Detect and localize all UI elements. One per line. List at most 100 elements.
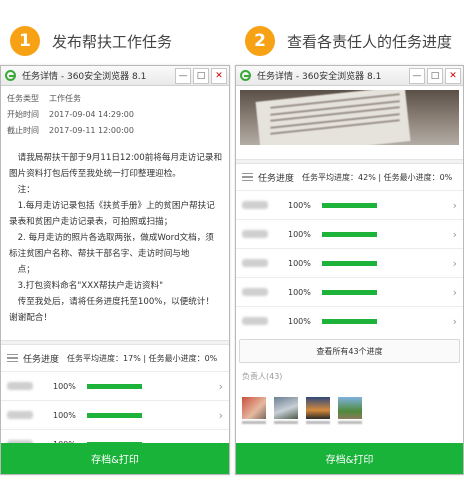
step-1-heading: 1 发布帮扶工作任务 (10, 26, 172, 56)
list-icon (7, 354, 18, 362)
responsible-avatars (236, 390, 463, 430)
progress-bar (322, 289, 377, 295)
progress-bar-fill (322, 289, 377, 295)
browser-logo-icon (240, 70, 251, 81)
browser-logo-icon (5, 70, 16, 81)
archive-print-button[interactable]: 存档&打印 (1, 443, 229, 474)
minimize-button[interactable]: — (409, 67, 425, 84)
maximize-button[interactable]: □ (427, 67, 443, 84)
description-line: 请我局帮扶干部于9月11日12:00前将每月走访记录和 (9, 153, 223, 163)
progress-summary: 任务平均进度：17% | 任务最小进度：0% (67, 353, 218, 363)
info-value: 2017-09-04 14:29:00 (49, 109, 134, 119)
progress-bar-fill (87, 383, 142, 389)
chevron-right-icon[interactable]: › (219, 380, 223, 393)
progress-header: 任务进度 任务平均进度：42% | 任务最小进度：0% (236, 164, 463, 190)
description-line: 3.打包资料命名"XXX帮扶户走访资料" (9, 281, 164, 291)
progress-percent: 100% (53, 381, 76, 391)
progress-bar (322, 318, 377, 324)
chevron-right-icon[interactable]: › (453, 315, 457, 328)
info-value: 2017-09-11 12:00:00 (49, 125, 134, 135)
description-line: 谢谢配合！ (9, 313, 52, 323)
progress-bar-fill (322, 202, 377, 208)
progress-bar-fill (322, 231, 377, 237)
avatar[interactable] (338, 397, 362, 424)
assignee-name-blurred (242, 201, 268, 209)
progress-summary: 任务平均进度：42% | 任务最小进度：0% (302, 172, 453, 182)
progress-bar (322, 231, 377, 237)
info-row-type: 任务类型 工作任务 (1, 90, 229, 106)
progress-row[interactable]: 100% › (236, 190, 463, 219)
chevron-right-icon[interactable]: › (453, 199, 457, 212)
task-detail-window-left: 任务详情 - 360安全浏览器 8.1 — □ ✕ 任务类型 工作任务 开始时间… (0, 65, 230, 475)
window-titlebar: 任务详情 - 360安全浏览器 8.1 — □ ✕ (236, 66, 463, 86)
description-line: 2. 每月走访的照片各选取两张，做成Word文档，须 (9, 233, 214, 243)
progress-row[interactable]: 100% › (236, 277, 463, 306)
progress-row[interactable]: 100% › (1, 371, 229, 400)
info-key: 截止时间 (7, 125, 39, 135)
chevron-right-icon[interactable]: › (453, 228, 457, 241)
description-line: 录表和贫困户走访记录表，可拍照或扫描； (9, 217, 173, 227)
step-title: 发布帮扶工作任务 (52, 32, 173, 51)
progress-percent: 100% (288, 258, 311, 268)
avatar[interactable] (274, 397, 298, 424)
view-all-progress-button[interactable]: 查看所有43个进度 (239, 339, 460, 363)
chevron-right-icon[interactable]: › (219, 409, 223, 422)
progress-title: 任务进度 (23, 354, 60, 365)
task-detail-window-right: 任务详情 - 360安全浏览器 8.1 — □ ✕ 任务进度 任务平均进度：42… (235, 65, 464, 475)
assignee-name-blurred (242, 230, 268, 238)
description-line: 注： (9, 185, 35, 195)
photo-document-lines (270, 93, 400, 135)
archive-print-button[interactable]: 存档&打印 (236, 443, 463, 474)
assignee-name-blurred (7, 411, 33, 419)
close-button[interactable]: ✕ (211, 67, 227, 84)
maximize-button[interactable]: □ (193, 67, 209, 84)
window-titlebar: 任务详情 - 360安全浏览器 8.1 — □ ✕ (1, 66, 229, 86)
info-key: 开始时间 (7, 109, 39, 119)
description-line: 图片资料打包后传至我处统一打印整理迎检。 (9, 169, 181, 179)
avatar[interactable] (306, 397, 330, 424)
attachment-photo[interactable] (240, 90, 459, 145)
step-2-heading: 2 查看各责任人的任务进度 (245, 26, 452, 56)
chevron-right-icon[interactable]: › (453, 286, 457, 299)
progress-bar (87, 412, 142, 418)
step-number-badge: 1 (10, 26, 40, 56)
window-title: 任务详情 - 360安全浏览器 8.1 (257, 72, 382, 82)
progress-bar-fill (322, 318, 377, 324)
assignee-name-blurred (242, 259, 268, 267)
window-title: 任务详情 - 360安全浏览器 8.1 (22, 72, 147, 82)
step-title: 查看各责任人的任务进度 (287, 32, 453, 51)
close-button[interactable]: ✕ (445, 67, 461, 84)
progress-bar (322, 260, 377, 266)
task-description: 请我局帮扶干部于9月11日12:00前将每月走访记录和 图片资料打包后传至我处统… (1, 138, 229, 326)
chevron-right-icon[interactable]: › (453, 257, 457, 270)
info-row-start: 开始时间 2017-09-04 14:29:00 (1, 106, 229, 122)
assignee-name-blurred (242, 317, 268, 325)
progress-bar (322, 202, 377, 208)
progress-bar-fill (322, 260, 377, 266)
progress-title: 任务进度 (258, 173, 295, 184)
step-number-badge: 2 (245, 26, 275, 56)
info-value: 工作任务 (49, 93, 81, 103)
progress-bar (87, 383, 142, 389)
task-info: 任务类型 工作任务 开始时间 2017-09-04 14:29:00 截止时间 … (1, 86, 229, 138)
progress-row[interactable]: 100% › (236, 248, 463, 277)
list-icon (242, 173, 253, 181)
description-line: 传至我处后，请将任务进度托至100%，以便统计！ (9, 297, 215, 307)
description-line: 1.每月走访记录包括《扶贫手册》上的贫困户帮扶记 (9, 201, 215, 211)
progress-row[interactable]: 100% › (236, 306, 463, 335)
minimize-button[interactable]: — (175, 67, 191, 84)
description-line: 点； (9, 265, 35, 275)
description-line: 标注贫困户名称、帮扶干部名字、走访时间与地 (9, 249, 190, 259)
progress-percent: 100% (288, 287, 311, 297)
progress-percent: 100% (288, 316, 311, 326)
assignee-name-blurred (7, 382, 33, 390)
progress-percent: 100% (288, 200, 311, 210)
progress-percent: 100% (53, 410, 76, 420)
progress-row[interactable]: 100% › (1, 400, 229, 429)
avatar[interactable] (242, 397, 266, 424)
info-row-deadline: 截止时间 2017-09-11 12:00:00 (1, 122, 229, 138)
progress-list: 100% › 100% › 100% › 100% › 100% › (236, 190, 463, 335)
progress-row[interactable]: 100% › (236, 219, 463, 248)
assignee-name-blurred (242, 288, 268, 296)
progress-bar-fill (87, 412, 142, 418)
